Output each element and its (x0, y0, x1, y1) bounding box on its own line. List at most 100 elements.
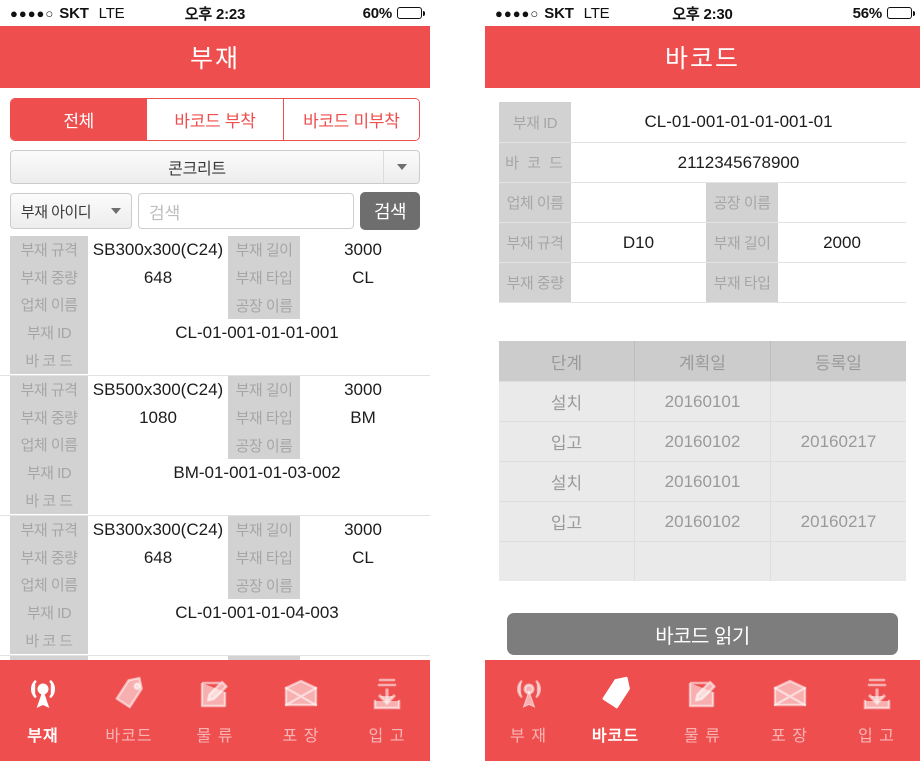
label-type: 부재 타입 (235, 270, 293, 287)
tab-label: 포 장 (771, 728, 808, 745)
barcode-filter-segmented[interactable]: 전체 바코드 부착 바코드 미부착 (10, 98, 420, 141)
segment-all[interactable]: 전체 (11, 99, 148, 140)
material-category-select[interactable]: 콘크리트 (10, 150, 420, 184)
tab-bar-left[interactable]: 부재 바코드 물 류 포 장 입 고 (0, 660, 430, 761)
battery-icon (397, 7, 425, 19)
chevron-down-icon (101, 208, 131, 214)
value-spec: D10 (622, 232, 655, 252)
schedule-header-row: 단계 계획일 등록일 (499, 341, 906, 381)
cell-registered-date (771, 382, 906, 421)
tab-parts[interactable]: 부 재 (485, 672, 572, 746)
label-vendor: 업체 이름 (20, 577, 78, 595)
signal-dots-icon: ●●●●○ (10, 5, 55, 21)
status-bar-right: ●●●●○ SKT LTE 오후 2:30 56% (485, 0, 920, 26)
segment-barcode-attached[interactable]: 바코드 부착 (147, 99, 284, 140)
value-length: 3000 (344, 520, 382, 539)
category-select-row: 콘크리트 (0, 141, 430, 184)
label-length: 부재 길이 (706, 223, 778, 262)
battery-icon (887, 7, 915, 19)
search-button[interactable]: 검색 (360, 192, 420, 230)
phone-screen-parts-list: ●●●●○ SKT LTE 오후 2:23 60% 부재 전체 바코드 부착 바… (0, 0, 430, 761)
cell-planned-date: 20160101 (635, 462, 771, 501)
value-type: CL (352, 268, 374, 287)
list-item[interactable]: 부재 규격 부재 중량 업체 이름 부재 ID 바 코 드 부재 길이 부재 타… (0, 376, 430, 516)
table-row: 입고 20160102 20160217 (499, 501, 906, 541)
beacon-icon (21, 672, 65, 716)
table-row: 입고 20160102 20160217 (499, 421, 906, 461)
value-type (778, 263, 906, 302)
cell-registered-date (771, 462, 906, 501)
row-label-column-secondary: 부재 길이 부재 타입 공장 이름 (228, 516, 300, 599)
value-factory (778, 183, 906, 222)
cell-planned-date: 20160102 (635, 502, 771, 541)
network-type-label: LTE (583, 4, 610, 22)
screenshot-stage: ●●●●○ SKT LTE 오후 2:23 60% 부재 전체 바코드 부착 바… (0, 0, 920, 761)
cell-stage: 입고 (499, 502, 635, 541)
detail-row-part-id: 부재 ID CL-01-001-01-01-001-01 (499, 102, 906, 142)
cell-stage (499, 542, 635, 581)
cell-planned-date: 20160101 (635, 382, 771, 421)
tab-receiving[interactable]: 입 고 (344, 672, 430, 746)
tab-label: 포 장 (282, 728, 320, 745)
box-icon (279, 672, 323, 716)
search-input[interactable]: 검색 (138, 193, 354, 229)
tab-receiving[interactable]: 입 고 (833, 672, 920, 746)
tab-packaging[interactable]: 포 장 (746, 672, 833, 746)
value-weight (571, 263, 706, 302)
tab-logistics[interactable]: 물 류 (172, 672, 258, 746)
column-header-planned-date: 계획일 (635, 341, 771, 381)
label-part-id: 부재 ID (26, 465, 72, 483)
cell-stage: 입고 (499, 422, 635, 461)
value-part-id: CL-01-001-01-04-003 (175, 603, 339, 622)
search-field-value: 부재 아이디 (20, 203, 92, 221)
value-part-id: CL-01-001-01-01-001 (175, 323, 339, 342)
tab-logistics[interactable]: 물 류 (659, 672, 746, 746)
value-type: BM (350, 408, 376, 427)
segment-barcode-unattached[interactable]: 바코드 미부착 (283, 99, 419, 140)
label-barcode: 바 코 드 (25, 352, 73, 370)
cell-planned-date: 20160102 (635, 422, 771, 461)
tab-packaging[interactable]: 포 장 (258, 672, 344, 746)
label-type: 부재 타입 (706, 263, 778, 302)
signal-dots-icon: ●●●●○ (495, 5, 540, 21)
page-title: 바코드 (664, 45, 740, 73)
value-barcode: 2112345678900 (677, 152, 800, 172)
list-item[interactable]: 부재 규격 부재 중량 업체 이름 부재 ID 바 코 드 부재 길이 부재 타… (0, 516, 430, 656)
status-bar-left: ●●●●○ SKT LTE 오후 2:23 60% (0, 0, 430, 26)
detail-row-barcode: 바 코 드 2112345678900 (499, 142, 906, 182)
row-label-column-secondary: 부재 길이 부재 타입 공장 이름 (228, 376, 300, 459)
carrier-label: SKT (544, 4, 574, 22)
schedule-table: 단계 계획일 등록일 설치 20160101 입고 20160102 20160… (499, 341, 906, 581)
label-part-id: 부재 ID (26, 325, 72, 343)
tab-label: 입 고 (858, 728, 895, 745)
read-barcode-button[interactable]: 바코드 읽기 (507, 613, 898, 655)
tab-barcode[interactable]: 바코드 (572, 672, 659, 746)
label-weight: 부재 중량 (20, 549, 78, 567)
value-length: 3000 (344, 380, 382, 399)
label-spec: 부재 규격 (20, 382, 78, 400)
row-label-column-secondary: 부재 길이 부재 타입 공장 이름 (228, 236, 300, 319)
tab-barcode[interactable]: 바코드 (86, 672, 172, 746)
detail-row-spec-length: 부재 규격 D10 부재 길이 2000 (499, 222, 906, 262)
label-length: 부재 길이 (235, 242, 293, 260)
tab-parts[interactable]: 부재 (0, 672, 86, 746)
detail-row-weight-type: 부재 중량 부재 타입 (499, 262, 906, 302)
label-vendor: 업체 이름 (20, 437, 78, 455)
label-type: 부재 타입 (235, 550, 293, 567)
tab-bar-right[interactable]: 부 재 바코드 물 류 포 장 입 고 (485, 660, 920, 761)
value-type: CL (352, 548, 374, 567)
column-header-registered-date: 등록일 (815, 353, 862, 373)
label-factory: 공장 이름 (235, 577, 293, 595)
label-length: 부재 길이 (235, 522, 293, 540)
label-factory: 공장 이름 (235, 437, 293, 455)
list-item[interactable]: 부재 규격 부재 중량 업체 이름 부재 ID 바 코 드 부재 길이 부재 타… (0, 236, 430, 376)
search-field-select[interactable]: 부재 아이디 (10, 193, 132, 229)
tab-label: 부 재 (510, 728, 547, 745)
label-type: 부재 타입 (235, 410, 293, 427)
detail-row-vendor-factory: 업체 이름 공장 이름 (499, 182, 906, 222)
label-spec: 부재 규격 (20, 522, 78, 540)
cell-registered-date: 20160217 (800, 431, 877, 451)
cell-registered-date (771, 542, 906, 581)
value-spec: SB500x300(C24) (92, 380, 224, 399)
label-length: 부재 길이 (235, 382, 293, 400)
